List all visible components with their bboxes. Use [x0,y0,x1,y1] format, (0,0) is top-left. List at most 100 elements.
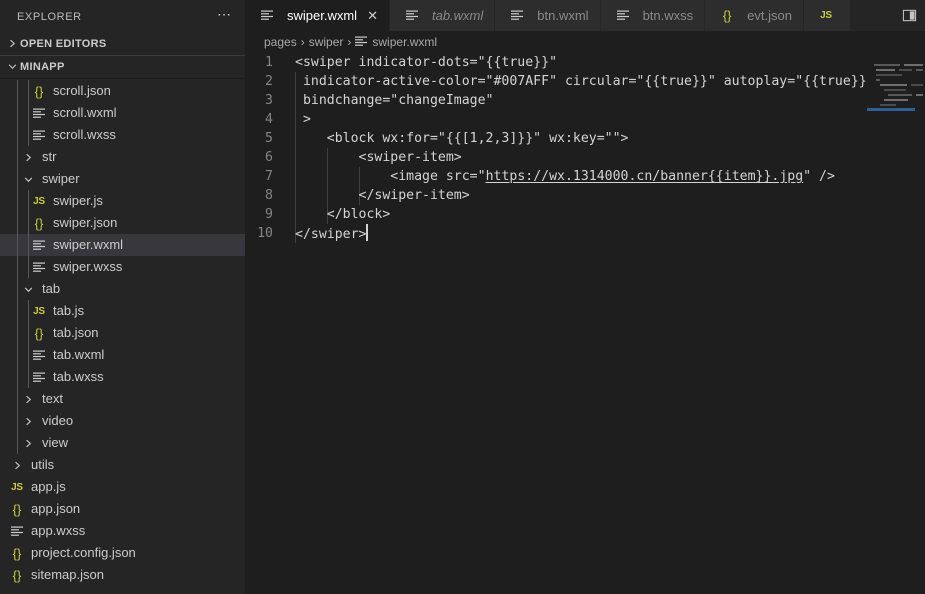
minimap-segment [880,84,907,86]
indent-guide [17,432,18,454]
minimap-line [874,103,923,107]
chevron-right-icon [8,461,26,470]
tree-item-swiper-json[interactable]: {} swiper.json [0,212,245,234]
editor-tab-btn-wxml[interactable]: btn.wxml [495,0,601,31]
tree-item-label: scroll.wxml [53,105,117,120]
editor-tab-tab-wxml[interactable]: tab.wxml [389,0,496,31]
tree-item-app-wxss[interactable]: app.wxss [0,520,245,542]
split-editor-icon[interactable] [902,8,917,23]
tree-item-scroll-wxss[interactable]: scroll.wxss [0,124,245,146]
tree-item-label: tab.wxml [53,347,105,362]
tree-item-utils[interactable]: utils [0,454,245,476]
code-text: bindchange="changeImage" [295,93,494,108]
tree-item-tab-json[interactable]: {} tab.json [0,322,245,344]
editor-tab-overflow[interactable]: JS [803,0,851,31]
code-line[interactable]: 10 </swiper> [245,224,867,243]
minimap-line [874,98,923,102]
tree-item-sitemap-json[interactable]: {} sitemap.json [0,564,245,586]
code-editor[interactable]: 1 <swiper indicator-dots="{{true}}" 2 indi… [245,53,867,594]
tree-item-label: text [42,391,63,406]
section-minapp[interactable]: MINAPP [0,55,245,79]
tree-item-str[interactable]: str [0,146,245,168]
section-label-minapp: MINAPP [20,61,65,73]
chevron-down-icon [4,62,20,71]
tree-item-text[interactable]: text [0,388,245,410]
chevron-right-icon [4,39,20,48]
json-file-icon: {} [722,8,732,23]
line-number: 10 [257,226,273,241]
tree-item-swiper-wxml[interactable]: swiper.wxml [0,234,245,256]
editor-tab-btn-wxss[interactable]: btn.wxss [600,0,706,31]
indent-guide [17,80,18,102]
minimap-line [874,83,923,87]
tree-item-tab-js[interactable]: JS tab.js [0,300,245,322]
section-open-editors[interactable]: OPEN EDITORS [0,33,245,55]
chevron-right-icon [19,153,37,162]
tree-item-app-json[interactable]: {} app.json [0,498,245,520]
indent-guide [28,190,29,212]
explorer-title: EXPLORER [17,10,82,23]
tree-item-tab-wxml[interactable]: tab.wxml [0,344,245,366]
indent-guide [17,124,18,146]
editor-tab-evt-json[interactable]: {} evt.json [705,0,804,31]
code-line[interactable]: 6 <swiper-item> [245,148,867,167]
tree-item-label: swiper.wxml [53,237,124,252]
code-line[interactable]: 5 <block wx:for="{{[1,2,3]}}" wx:key=""> [245,129,867,148]
tab-label: btn.wxss [642,8,694,23]
wxss-file-icon [8,526,26,537]
tree-item-tab[interactable]: tab [0,278,245,300]
editor-tab-swiper-wxml[interactable]: swiper.wxml ✕ [245,0,390,31]
json-file-icon: {} [12,545,22,561]
tree-item-swiper-wxss[interactable]: swiper.wxss [0,256,245,278]
breadcrumb-item-swiper[interactable]: swiper [309,31,344,53]
code-text: > [295,112,311,127]
indent-guide [28,212,29,234]
breadcrumb-item-pages[interactable]: pages [264,31,297,53]
tree-item-label: app.json [31,501,81,516]
wxss-file-icon [30,130,48,141]
line-number: 7 [265,169,273,184]
code-line[interactable]: 3 bindchange="changeImage" [245,91,867,110]
wxml-file-icon [30,350,48,361]
code-line[interactable]: 2 indicator-active-color="#007AFF" circu… [245,72,867,91]
tree-item-app-js[interactable]: JS app.js [0,476,245,498]
tree-item-view[interactable]: view [0,432,245,454]
code-line[interactable]: 8 </swiper-item> [245,186,867,205]
code-line[interactable]: 1 <swiper indicator-dots="{{true}}" [245,53,867,72]
tree-item-scroll-wxml[interactable]: scroll.wxml [0,102,245,124]
tree-item-scroll-json[interactable]: {} scroll.json [0,80,245,102]
code-line[interactable]: 9 </block> [245,205,867,224]
tree-item-label: video [42,413,74,428]
tree-item-swiper[interactable]: swiper [0,168,245,190]
breadcrumb-item-swiper-wxml[interactable]: swiper.wxml [355,31,437,53]
indent-guide [28,80,29,102]
indent-guide [28,124,29,146]
tree-item-label: sitemap.json [31,567,104,582]
line-number: 6 [265,150,273,165]
wxss-file-icon [614,10,632,21]
code-line[interactable]: 4 > [245,110,867,129]
js-file-icon: JS [33,305,45,317]
tab-file-icon: JS [817,10,840,21]
tree-item-label: project.config.json [31,545,136,560]
code-text: <image src="https://wx.1314000.cn/banner… [292,167,835,186]
code-text: </swiper-item> [295,188,470,203]
minimap-segment [876,74,902,76]
minimap[interactable] [867,53,925,594]
code-text: </swiper> [292,224,368,244]
tree-item-project-config-json[interactable]: {} project.config.json [0,542,245,564]
tree-item-swiper-js[interactable]: JS swiper.js [0,190,245,212]
indent-guide [28,322,29,344]
indent-guide [17,212,18,234]
tab-label: evt.json [747,8,792,23]
code-line[interactable]: 7 <image src="https://wx.1314000.cn/bann… [245,167,867,186]
tab-close-icon[interactable]: ✕ [367,9,378,22]
wxml-file-icon [355,36,368,47]
code-text: <block wx:for="{{[1,2,3]}}" wx:key=""> [295,131,629,146]
ellipsis-icon[interactable]: ⋯ [217,7,232,23]
tab-file-icon [258,10,281,21]
code-url-link[interactable]: https://wx.1314000.cn/banner{{item}}.jpg [486,169,804,184]
tree-item-video[interactable]: video [0,410,245,432]
tree-item-tab-wxss[interactable]: tab.wxss [0,366,245,388]
tree-item-label: scroll.wxss [53,127,116,142]
